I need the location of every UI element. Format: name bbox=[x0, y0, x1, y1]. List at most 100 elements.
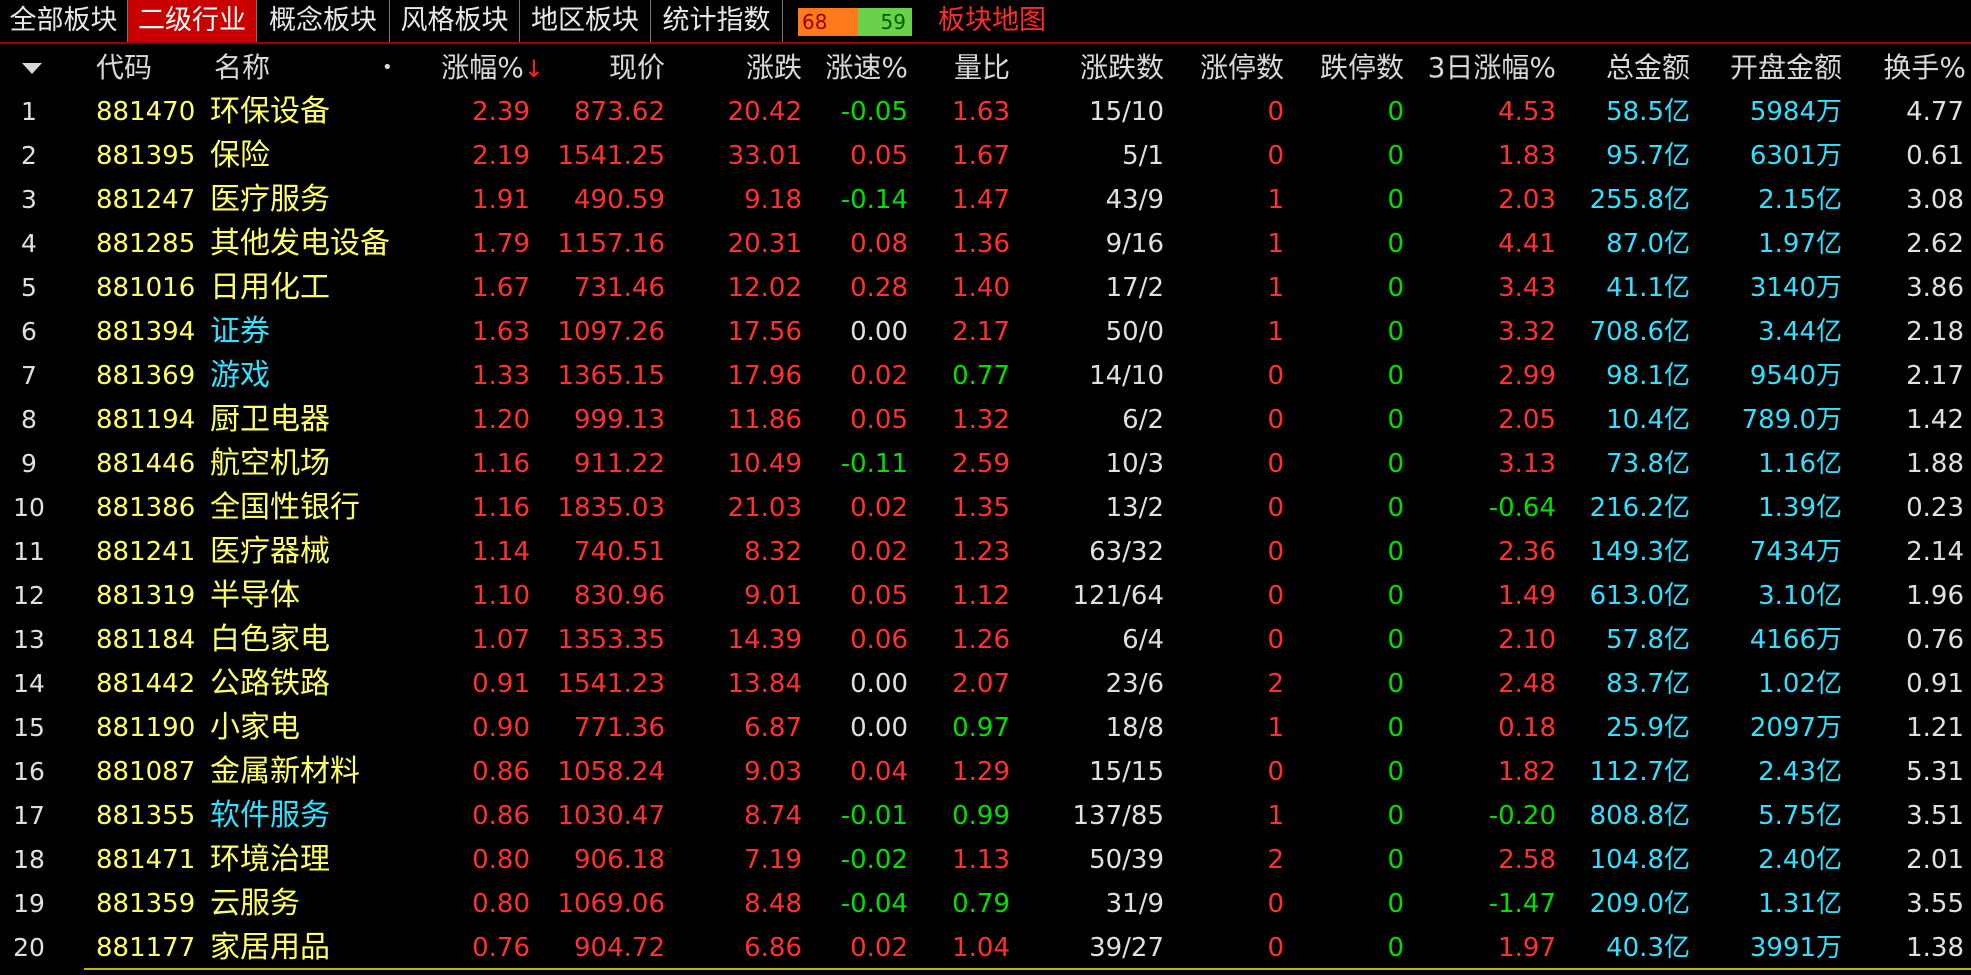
current-price: 1030.47 bbox=[557, 801, 665, 831]
table-row[interactable]: 15 881190 小家电 0.90 771.36 6.87 0.00 0.97 18/8 1 0 0… bbox=[0, 706, 1971, 750]
total-amount: 216.2亿 bbox=[1589, 493, 1690, 523]
open-amount: 1.97亿 bbox=[1758, 229, 1842, 259]
current-price: 1541.23 bbox=[557, 669, 665, 699]
table-row[interactable]: 19 881359 云服务 0.80 1069.06 8.48 -0.04 0.79 31/9 0… bbox=[0, 882, 1971, 926]
volume-ratio: 1.23 bbox=[952, 537, 1010, 567]
header-open-amount[interactable]: 开盘金额 bbox=[1690, 46, 1842, 90]
change-percent: 0.90 bbox=[472, 713, 530, 743]
table-row[interactable]: 9 881446 航空机场 1.16 911.22 10.49 -0.11 2.59 10/3 0… bbox=[0, 442, 1971, 486]
open-amount: 3991万 bbox=[1749, 933, 1842, 963]
table-row[interactable]: 4 881285 其他发电设备 1.79 1157.16 20.31 0.08 1.36 9/1… bbox=[0, 222, 1971, 266]
header-limit-up[interactable]: 涨停数 bbox=[1164, 46, 1284, 90]
tab-statistic-index[interactable]: 统计指数 bbox=[651, 0, 783, 42]
header-speed[interactable]: 涨速% bbox=[802, 46, 908, 90]
header-turnover[interactable]: 换手% bbox=[1842, 46, 1966, 90]
header-amount[interactable]: 总金额 bbox=[1556, 46, 1690, 90]
change-percent: 1.07 bbox=[472, 625, 530, 655]
change-percent: 1.16 bbox=[472, 449, 530, 479]
header-code[interactable]: 代码 bbox=[96, 46, 152, 90]
three-day-change: 0.18 bbox=[1498, 713, 1556, 743]
volume-ratio: 2.59 bbox=[952, 449, 1010, 479]
header-3day-change[interactable]: 3日涨幅% bbox=[1404, 46, 1556, 90]
change-speed: 0.28 bbox=[850, 273, 908, 303]
table-row[interactable]: 1 881470 环保设备 2.39 873.62 20.42 -0.05 1.63 15/10… bbox=[0, 90, 1971, 134]
table-row[interactable]: 7 881369 游戏 1.33 1365.15 17.96 0.02 0.77 14/10 0 0… bbox=[0, 354, 1971, 398]
header-limit-down[interactable]: 跌停数 bbox=[1284, 46, 1404, 90]
current-price: 999.13 bbox=[574, 405, 665, 435]
change-percent: 1.10 bbox=[472, 581, 530, 611]
table-row[interactable]: 5 881016 日用化工 1.67 731.46 12.02 0.28 1.40 17/2 1 0… bbox=[0, 266, 1971, 310]
header-pct[interactable]: 涨幅%↓ bbox=[410, 46, 544, 90]
table-row[interactable]: 13 881184 白色家电 1.07 1353.35 14.39 0.06 1.26 6/4 0… bbox=[0, 618, 1971, 662]
limit-up-count: 0 bbox=[1267, 757, 1284, 787]
open-amount: 1.16亿 bbox=[1758, 449, 1842, 479]
column-menu-button[interactable] bbox=[22, 46, 58, 90]
header-name[interactable]: 名称 bbox=[214, 46, 270, 90]
three-day-change: 1.83 bbox=[1498, 141, 1556, 171]
open-amount: 3.10亿 bbox=[1758, 581, 1842, 611]
three-day-change: 4.53 bbox=[1498, 97, 1556, 127]
price-change: 6.87 bbox=[744, 713, 802, 743]
total-amount: 58.5亿 bbox=[1606, 97, 1690, 127]
table-row[interactable]: 20 881177 家居用品 0.76 904.72 6.86 0.02 1.04 39/27 0… bbox=[0, 926, 1971, 970]
table-row[interactable]: 14 881442 公路铁路 0.91 1541.23 13.84 0.00 2.07 23/6… bbox=[0, 662, 1971, 706]
header-price[interactable]: 现价 bbox=[540, 46, 665, 90]
header-volume-ratio[interactable]: 量比 bbox=[908, 46, 1010, 90]
volume-ratio: 1.36 bbox=[952, 229, 1010, 259]
sector-map-link[interactable]: 板块地图 bbox=[938, 0, 1046, 42]
tab-region-sectors[interactable]: 地区板块 bbox=[520, 0, 651, 42]
turnover-rate: 1.21 bbox=[1906, 713, 1964, 743]
table-row[interactable]: 8 881194 厨卫电器 1.20 999.13 11.86 0.05 1.32 6/2 0 0 2… bbox=[0, 398, 1971, 442]
tab-concept-sectors[interactable]: 概念板块 bbox=[257, 0, 390, 42]
open-amount: 1.02亿 bbox=[1758, 669, 1842, 699]
three-day-change: 4.41 bbox=[1498, 229, 1556, 259]
table-row[interactable]: 11 881241 医疗器械 1.14 740.51 8.32 0.02 1.23 63/32 0… bbox=[0, 530, 1971, 574]
change-percent: 1.63 bbox=[472, 317, 530, 347]
header-updown-count[interactable]: 涨跌数 bbox=[1010, 46, 1164, 90]
table-row[interactable]: 18 881471 环境治理 0.80 906.18 7.19 -0.02 1.13 50/39… bbox=[0, 838, 1971, 882]
turnover-rate: 2.18 bbox=[1906, 317, 1964, 347]
current-price: 740.51 bbox=[574, 537, 665, 567]
current-price: 1097.26 bbox=[557, 317, 665, 347]
change-percent: 0.80 bbox=[472, 845, 530, 875]
three-day-change: 2.58 bbox=[1498, 845, 1556, 875]
row-index: 5 bbox=[21, 273, 37, 302]
price-change: 12.02 bbox=[727, 273, 802, 303]
updown-count: 5/1 bbox=[1122, 141, 1164, 171]
turnover-rate: 2.01 bbox=[1906, 845, 1964, 875]
open-amount: 6301万 bbox=[1749, 141, 1842, 171]
limit-down-count: 0 bbox=[1387, 317, 1404, 347]
table-row[interactable]: 3 881247 医疗服务 1.91 490.59 9.18 -0.14 1.47 43/9 1 0… bbox=[0, 178, 1971, 222]
tab-secondary-industry[interactable]: 二级行业 bbox=[128, 0, 257, 42]
open-amount: 1.31亿 bbox=[1758, 889, 1842, 919]
table-row[interactable]: 12 881319 半导体 1.10 830.96 9.01 0.05 1.12 121/64 0… bbox=[0, 574, 1971, 618]
row-index: 3 bbox=[21, 185, 37, 214]
sector-code: 881087 bbox=[96, 757, 196, 787]
price-change: 7.19 bbox=[744, 845, 802, 875]
updown-count: 39/27 bbox=[1089, 933, 1164, 963]
limit-up-count: 0 bbox=[1267, 537, 1284, 567]
updown-count: 23/6 bbox=[1105, 669, 1164, 699]
limit-down-count: 0 bbox=[1387, 625, 1404, 655]
change-speed: -0.05 bbox=[840, 97, 908, 127]
table-row[interactable]: 16 881087 金属新材料 0.86 1058.24 9.03 0.04 1.29 15/1… bbox=[0, 750, 1971, 794]
total-amount: 255.8亿 bbox=[1589, 185, 1690, 215]
open-amount: 4166万 bbox=[1749, 625, 1842, 655]
table-row[interactable]: 6 881394 证券 1.63 1097.26 17.56 0.00 2.17 50/0 1 0 3… bbox=[0, 310, 1971, 354]
sector-name: 环保设备 bbox=[210, 94, 330, 129]
change-percent: 0.76 bbox=[472, 933, 530, 963]
total-amount: 112.7亿 bbox=[1589, 757, 1690, 787]
limit-down-count: 0 bbox=[1387, 713, 1404, 743]
open-amount: 5.75亿 bbox=[1758, 801, 1842, 831]
sector-code: 881394 bbox=[96, 317, 196, 347]
tab-style-sectors[interactable]: 风格板块 bbox=[390, 0, 520, 42]
table-row[interactable]: 17 881355 软件服务 0.86 1030.47 8.74 -0.01 0.99 137/… bbox=[0, 794, 1971, 838]
sector-name: 公路铁路 bbox=[210, 666, 330, 701]
table-row[interactable]: 2 881395 保险 2.19 1541.25 33.01 0.05 1.67 5/1 0 0 1.… bbox=[0, 134, 1971, 178]
turnover-rate: 3.86 bbox=[1906, 273, 1964, 303]
header-change[interactable]: 涨跌 bbox=[680, 46, 802, 90]
tab-all-sectors[interactable]: 全部板块 bbox=[0, 0, 128, 42]
current-price: 873.62 bbox=[574, 97, 665, 127]
table-row[interactable]: 10 881386 全国性银行 1.16 1835.03 21.03 0.02 1.35 13/… bbox=[0, 486, 1971, 530]
total-amount: 98.1亿 bbox=[1606, 361, 1690, 391]
